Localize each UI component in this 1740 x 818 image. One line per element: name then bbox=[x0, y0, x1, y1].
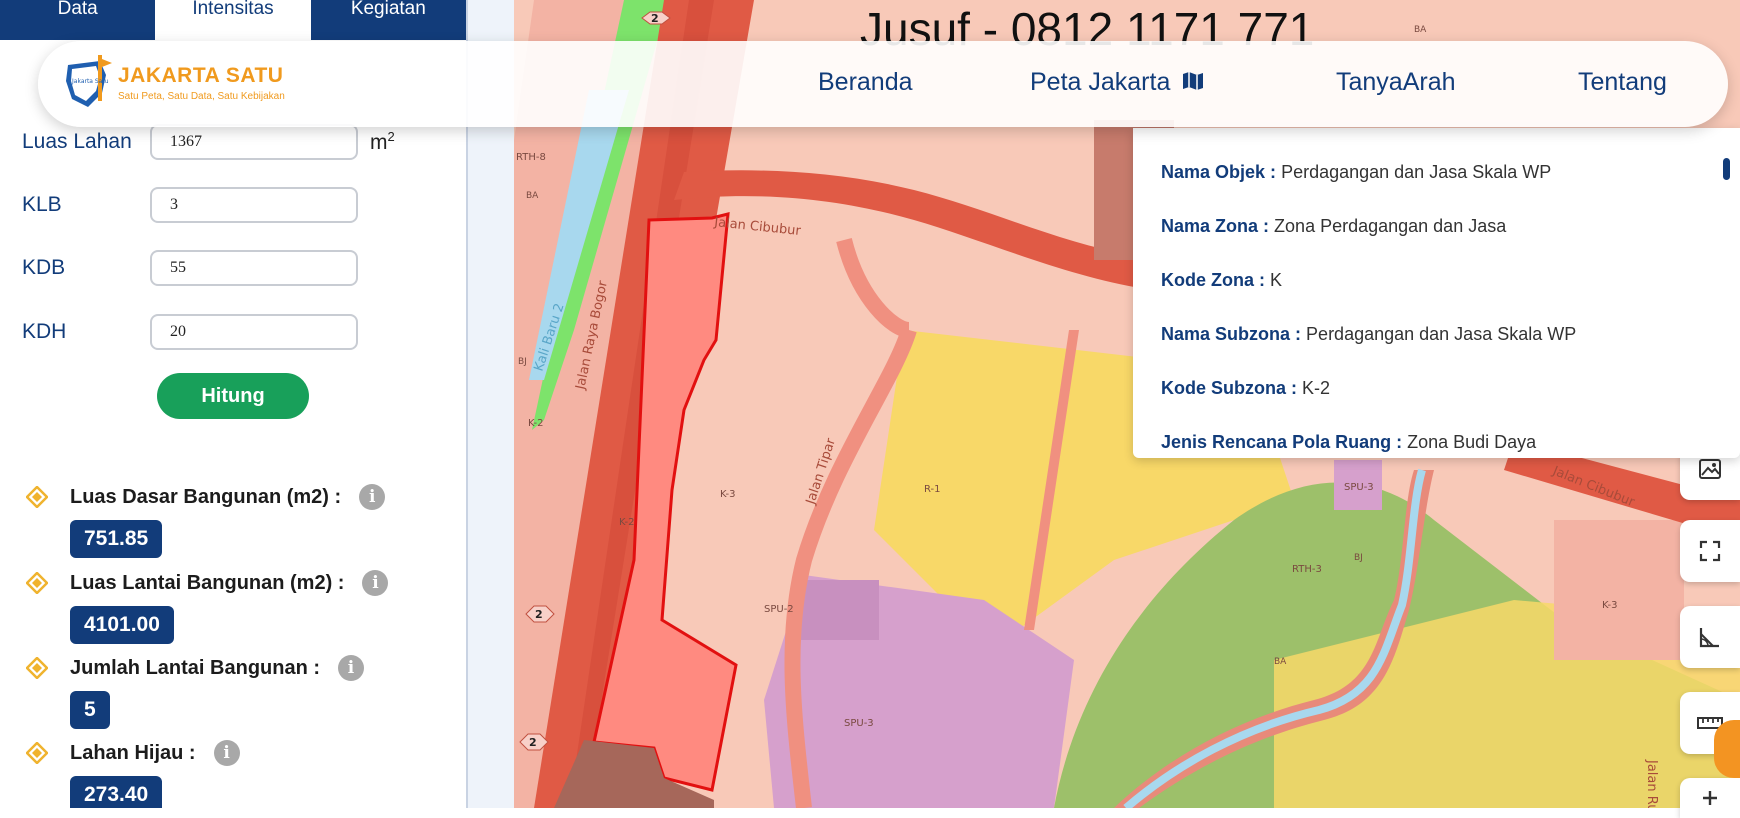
result-value-luas-dasar: 751.85 bbox=[70, 520, 163, 558]
zone-label-k3: K-3 bbox=[720, 489, 735, 500]
zone-label-k2-west: K-2 bbox=[528, 418, 543, 429]
klb-row: KLB bbox=[22, 185, 358, 225]
zone-label-rth8: RTH-8 bbox=[516, 152, 546, 163]
kdb-input[interactable] bbox=[150, 250, 358, 286]
luas-lahan-row: Luas Lahan m2 bbox=[22, 122, 395, 162]
result-title-jumlah-lantai: Jumlah Lantai Bangunan : i bbox=[26, 655, 365, 681]
zone-label-spu3: SPU-3 bbox=[844, 718, 874, 729]
luas-lahan-label: Luas Lahan bbox=[22, 130, 132, 153]
chat-bubble-icon[interactable] bbox=[1714, 720, 1740, 778]
luas-lahan-input[interactable] bbox=[150, 124, 358, 160]
zone-label-r1: R-1 bbox=[924, 484, 941, 495]
result-value-jumlah-lantai: 5 bbox=[70, 691, 110, 729]
zone-label-bj-east: BJ bbox=[1354, 553, 1363, 563]
result-title-lahan-hijau: Lahan Hijau : i bbox=[26, 740, 240, 766]
zone-label-ba: BA bbox=[526, 191, 539, 201]
result-value-lahan-hijau: 273.40 bbox=[70, 776, 163, 808]
svg-text:2: 2 bbox=[529, 736, 537, 749]
kdh-label: KDH bbox=[22, 320, 67, 343]
result-value-luas-lantai: 4101.00 bbox=[70, 606, 174, 644]
info-icon[interactable]: i bbox=[359, 484, 386, 510]
kdh-row: KDH bbox=[22, 312, 358, 352]
popup-row-nama-objek: Nama Objek : Perdagangan dan Jasa Skala … bbox=[1161, 162, 1552, 182]
panel-tabs: Data Intensitas Kegiatan bbox=[0, 0, 466, 40]
jakarta-satu-logo[interactable]: Jakarta Satu JAKARTA SATU Satu Peta, Sat… bbox=[62, 53, 285, 113]
kdh-input[interactable] bbox=[150, 314, 358, 350]
nav-beranda[interactable]: Beranda bbox=[818, 68, 913, 97]
top-navbar: Jakarta Satu JAKARTA SATU Satu Peta, Sat… bbox=[38, 41, 1728, 127]
nav-peta-jakarta[interactable]: Peta Jakarta bbox=[1030, 68, 1205, 97]
fullscreen-button[interactable] bbox=[1680, 520, 1740, 582]
zoom-in-icon bbox=[1703, 791, 1717, 805]
nav-tanyaarah[interactable]: TanyaArah bbox=[1336, 68, 1456, 97]
kdb-label: KDB bbox=[22, 256, 66, 279]
zoom-in-button[interactable] bbox=[1680, 778, 1740, 818]
result-title-luas-dasar: Luas Dasar Bangunan (m2) : i bbox=[26, 484, 386, 510]
svg-text:2: 2 bbox=[651, 12, 659, 25]
popup-row-jenis-rencana: Jenis Rencana Pola Ruang : Zona Budi Day… bbox=[1161, 432, 1537, 452]
zone-label-rth3: RTH-3 bbox=[1292, 564, 1322, 575]
info-icon[interactable]: i bbox=[213, 740, 240, 766]
zone-label-ba-river: BA bbox=[1274, 657, 1287, 667]
nav-tentang[interactable]: Tentang bbox=[1578, 68, 1667, 97]
zone-label-bj: BJ bbox=[518, 357, 527, 367]
popup-row-nama-zona: Nama Zona : Zona Perdagangan dan Jasa bbox=[1161, 216, 1507, 236]
zone-label-spu2: SPU-2 bbox=[764, 604, 794, 615]
popup-row-kode-zona: Kode Zona : K bbox=[1161, 270, 1283, 290]
map-icon bbox=[1183, 72, 1204, 90]
diamond-icon bbox=[26, 657, 48, 679]
svg-text:Jakarta Satu: Jakarta Satu bbox=[71, 78, 109, 85]
fullscreen-icon bbox=[1699, 540, 1721, 562]
zone-label-ba-north: BA bbox=[1414, 25, 1427, 35]
popup-row-kode-subzona: Kode Subzona : K-2 bbox=[1161, 378, 1331, 398]
road-label-jalan-rukun: Jalan Rukun bbox=[1644, 759, 1659, 808]
logo-title: JAKARTA SATU bbox=[118, 64, 284, 87]
jakarta-map-logo-icon: Jakarta Satu bbox=[62, 53, 114, 113]
zone-label-k2: K-2 bbox=[619, 517, 634, 528]
info-icon[interactable]: i bbox=[362, 570, 389, 596]
diamond-icon bbox=[26, 572, 48, 594]
result-title-luas-lantai: Luas Lantai Bangunan (m2) : i bbox=[26, 570, 389, 596]
hitung-button[interactable]: Hitung bbox=[157, 373, 309, 419]
tab-data[interactable]: Data bbox=[0, 0, 156, 40]
popup-scrollbar[interactable] bbox=[1723, 158, 1730, 180]
svg-text:2: 2 bbox=[535, 608, 543, 621]
luas-lahan-unit: m2 bbox=[370, 129, 395, 154]
popup-row-nama-subzona: Nama Subzona : Perdagangan dan Jasa Skal… bbox=[1161, 324, 1577, 344]
diamond-icon bbox=[26, 742, 48, 764]
zone-label-spu3-east: SPU-3 bbox=[1344, 482, 1374, 493]
zone-label-k3-east: K-3 bbox=[1602, 600, 1617, 611]
diamond-icon bbox=[26, 486, 48, 508]
image-layers-icon bbox=[1699, 459, 1721, 479]
measure-angle-icon bbox=[1699, 628, 1719, 648]
klb-label: KLB bbox=[22, 193, 62, 216]
measure-angle-button[interactable] bbox=[1680, 606, 1740, 668]
tab-kegiatan[interactable]: Kegiatan bbox=[310, 0, 466, 40]
feature-info-popup: Nama Objek : Perdagangan dan Jasa Skala … bbox=[1133, 128, 1740, 458]
kdb-row: KDB bbox=[22, 248, 358, 288]
info-icon[interactable]: i bbox=[338, 655, 365, 681]
tab-intensitas[interactable]: Intensitas bbox=[155, 0, 311, 40]
logo-subtitle: Satu Peta, Satu Data, Satu Kebijakan bbox=[118, 91, 285, 102]
klb-input[interactable] bbox=[150, 187, 358, 223]
